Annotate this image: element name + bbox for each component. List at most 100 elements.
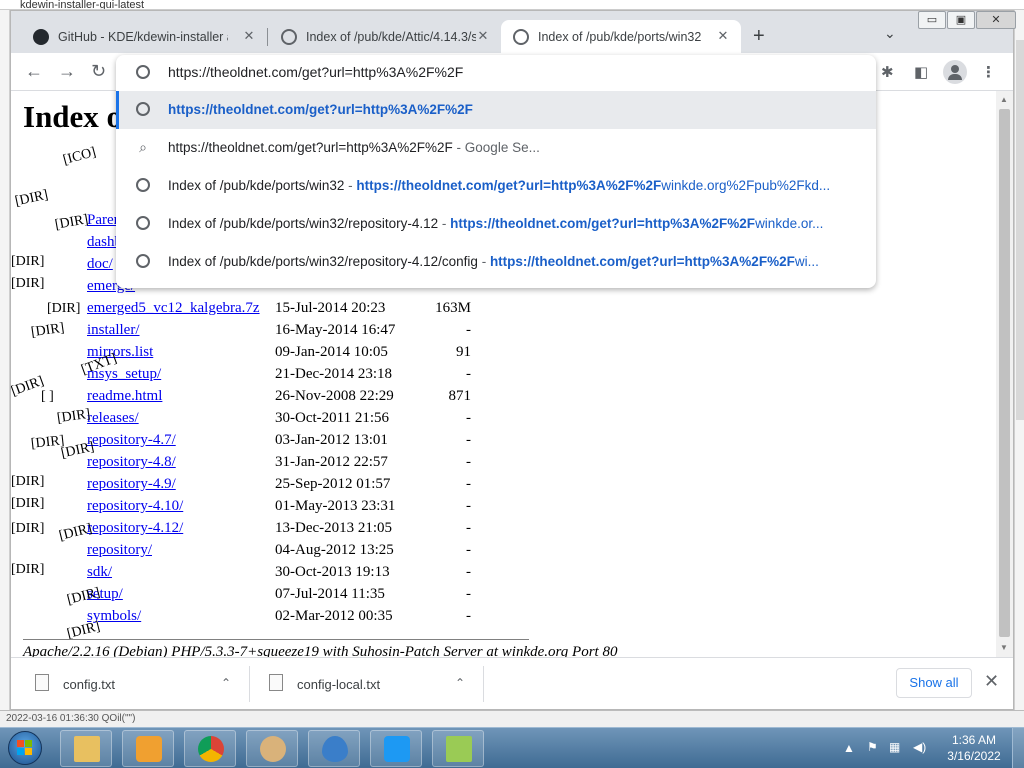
tab-github[interactable]: GitHub - KDE/kdewin-installer at ✕ (21, 20, 267, 53)
extensions-puzzle-icon[interactable]: ✱ (881, 63, 894, 81)
close-shelf-icon[interactable]: ✕ (984, 671, 999, 692)
file-link[interactable]: repository-4.10/ (87, 498, 183, 515)
start-button[interactable] (2, 729, 50, 767)
file-link[interactable]: doc/ (87, 256, 113, 273)
file-link[interactable]: releases/ (87, 410, 139, 427)
window-controls: ▭ ▣ ✕ (917, 11, 1016, 29)
file-link[interactable]: repository-4.12/ (87, 520, 183, 537)
broken-image-icon: [DIR] (11, 254, 45, 269)
suggestion-url[interactable]: https://theoldnet.com/get?url=http%3A%2F… (116, 91, 876, 129)
scroll-up-icon[interactable]: ▲ (1000, 95, 1008, 104)
menu-kebab-icon[interactable]: ⋮ (981, 63, 996, 81)
tab-title: Index of /pub/kde/ports/win32 (538, 29, 702, 44)
file-link[interactable]: installer/ (87, 322, 140, 339)
file-link[interactable]: emerged5_vc12_kalgebra.7z (87, 300, 260, 317)
media-player-icon (136, 736, 162, 762)
clock-time: 1:36 AM (951, 733, 997, 747)
back-icon[interactable]: ← (25, 61, 43, 81)
file-size: - (466, 564, 471, 580)
suggestion-history[interactable]: Index of /pub/kde/ports/win32/repository… (116, 243, 876, 281)
tab-separator (267, 28, 268, 46)
side-panel-icon[interactable]: ◧ (914, 63, 928, 81)
taskbar-chrome[interactable] (184, 730, 236, 767)
download-item[interactable]: config.txt ⌃ (35, 668, 241, 700)
kde-droplet-icon (322, 736, 348, 762)
file-date: 09-Jan-2014 10:05 (275, 344, 388, 360)
file-date: 13-Dec-2013 21:05 (275, 520, 393, 536)
taskbar-paint[interactable] (246, 730, 298, 767)
taskbar-kde-installer[interactable] (370, 730, 422, 767)
table-row: repository/04-Aug-2012 13:25 - (11, 542, 471, 564)
show-all-button[interactable]: Show all (896, 668, 972, 698)
action-center-flag-icon[interactable]: ⚑ (867, 740, 878, 754)
scrollbar-thumb[interactable] (999, 109, 1010, 637)
file-link[interactable]: repository-4.9/ (87, 476, 176, 493)
chevron-up-icon[interactable]: ⌃ (455, 676, 465, 690)
file-date: 26-Nov-2008 22:29 (275, 388, 394, 404)
chevron-up-icon[interactable]: ⌃ (221, 676, 231, 690)
file-size: - (466, 432, 471, 448)
suggestion-separator: - (477, 254, 490, 269)
file-size: - (466, 410, 471, 426)
address-input[interactable]: https://theoldnet.com/get?url=http%3A%2F… (168, 64, 463, 80)
new-tab-button[interactable]: + (753, 26, 765, 46)
reload-icon[interactable]: ↻ (91, 61, 106, 81)
minimize-button[interactable]: ▭ (918, 11, 946, 29)
broken-image-icon: [DIR] (11, 474, 45, 489)
file-size: 163M (435, 300, 471, 316)
taskbar-media-player[interactable] (122, 730, 174, 767)
table-row: readme.html 26-Nov-2008 22:29 871 (11, 388, 471, 410)
download-item[interactable]: config-local.txt ⌃ (269, 668, 475, 700)
tab-attic[interactable]: Index of /pub/kde/Attic/4.14.3/sr ✕ (269, 20, 501, 53)
page-scrollbar[interactable]: ▲ ▼ (996, 91, 1013, 657)
file-icon (35, 674, 49, 691)
file-link[interactable]: repository-4.8/ (87, 454, 176, 471)
suggestion-suffix: - Google Se... (452, 140, 540, 155)
restore-button[interactable]: ▣ (947, 11, 975, 29)
background-window-status: 2022-03-16 01:36:30 QOil("") (0, 710, 1024, 727)
close-tab-icon[interactable]: ✕ (475, 28, 491, 44)
file-link[interactable]: readme.html (87, 388, 162, 405)
broken-image-icon: [DIR] (13, 187, 50, 210)
network-icon[interactable]: ▦ (889, 740, 900, 754)
kde-installer-icon (384, 736, 410, 762)
globe-icon (136, 178, 150, 192)
taskbar-file-explorer[interactable] (60, 730, 112, 767)
file-link[interactable]: msys_setup/ (87, 366, 161, 383)
profile-avatar-icon[interactable] (943, 60, 967, 84)
file-date: 21-Dec-2014 23:18 (275, 366, 393, 382)
file-link[interactable]: repository-4.7/ (87, 432, 176, 449)
download-filename: config.txt (63, 677, 116, 692)
table-row: installer/16-May-2014 16:47 - (11, 322, 471, 344)
clock[interactable]: 1:36 AM 3/16/2022 (944, 732, 1004, 764)
file-link[interactable]: sdk/ (87, 564, 112, 581)
tab-win32-active[interactable]: Index of /pub/kde/ports/win32 ✕ (501, 20, 741, 53)
address-bar[interactable]: https://theoldnet.com/get?url=http%3A%2F… (116, 55, 876, 89)
taskbar-kde-droplet[interactable] (308, 730, 360, 767)
suggestion-history[interactable]: Index of /pub/kde/ports/win32/repository… (116, 205, 876, 243)
tray-chevron-icon[interactable]: ▲ (843, 741, 855, 755)
globe-icon (136, 65, 150, 79)
taskbar-notepad[interactable] (432, 730, 484, 767)
close-window-button[interactable]: ✕ (976, 11, 1016, 29)
tab-title: Index of /pub/kde/Attic/4.14.3/sr (306, 29, 476, 44)
forward-icon[interactable]: → (58, 61, 76, 81)
suggestion-url-strong: https://theoldnet.com/get?url=http%3A%2F… (489, 254, 795, 269)
suggestion-history[interactable]: Index of /pub/kde/ports/win32 - https://… (116, 167, 876, 205)
file-icon (269, 674, 283, 691)
github-icon (33, 28, 49, 45)
suggestion-title: Index of /pub/kde/ports/win32/repository… (168, 216, 439, 231)
tab-search-chevron-icon[interactable]: ⌄ (884, 25, 896, 42)
close-tab-icon[interactable]: ✕ (241, 28, 257, 44)
suggestion-title: Index of /pub/kde/ports/win32/repository… (168, 254, 478, 269)
show-desktop-button[interactable] (1012, 728, 1024, 768)
scroll-down-icon[interactable]: ▼ (1000, 643, 1008, 652)
globe-icon (513, 28, 529, 45)
download-separator (483, 666, 484, 702)
broken-image-icon: [DIR] (11, 521, 45, 536)
volume-icon[interactable]: ◀) (913, 740, 926, 754)
close-tab-icon[interactable]: ✕ (715, 28, 731, 44)
file-link[interactable]: repository/ (87, 542, 152, 559)
background-window-scrollbar[interactable] (1014, 10, 1024, 710)
suggestion-search[interactable]: ⌕ https://theoldnet.com/get?url=http%3A%… (116, 129, 876, 167)
